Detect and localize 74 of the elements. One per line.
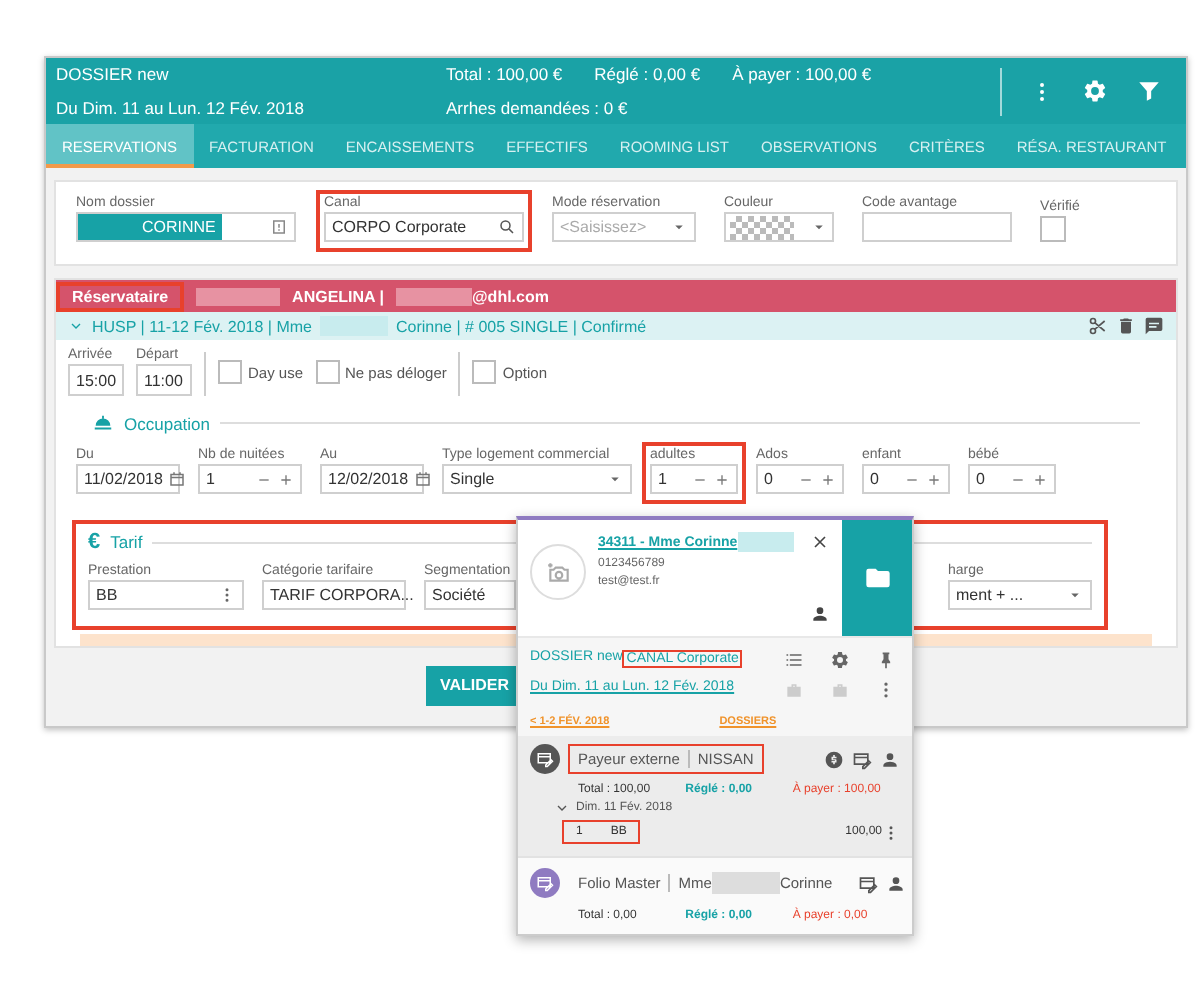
select-field[interactable]: Single — [442, 464, 632, 494]
scissors-icon[interactable] — [1088, 316, 1108, 336]
trash-icon[interactable] — [1116, 316, 1136, 336]
booker-name: ANGELINA | — [292, 287, 384, 305]
booker-label: Réservataire — [56, 281, 185, 311]
name-field[interactable]: CORINNE — [76, 212, 296, 242]
text-field[interactable]: Société — [424, 580, 516, 610]
stay-summary: Corinne | # 005 SINGLE | Confirmé — [395, 317, 647, 335]
settings-icon[interactable] — [1082, 78, 1108, 104]
deposit-amount: Arrhes demandées : 0 € — [446, 98, 628, 118]
plus-icon — [278, 471, 294, 487]
stay-summary: HUSP | 11-12 Fév. 2018 | Mme — [92, 317, 312, 335]
calendar-icon — [414, 470, 433, 488]
redacted-block — [396, 287, 472, 305]
folder-button[interactable] — [842, 520, 912, 636]
total-amount: À payer : 100,00 € — [732, 64, 872, 84]
counter-field[interactable]: 1 — [650, 464, 738, 494]
counter-field[interactable]: 0 — [968, 464, 1056, 494]
select-field[interactable]: BB — [88, 580, 244, 610]
pin-icon[interactable] — [876, 650, 896, 670]
edit-card-icon[interactable] — [858, 873, 879, 893]
plus-icon — [1032, 471, 1048, 487]
counter-field[interactable]: 1 — [198, 464, 302, 494]
settings-icon[interactable] — [830, 650, 850, 670]
info-icon — [270, 218, 288, 236]
dossier-dates: Du Dim. 11 au Lun. 12 Fév. 2018 — [56, 98, 306, 118]
section-title: Occupation — [124, 413, 210, 433]
camera-icon — [545, 559, 571, 585]
redacted-block — [711, 872, 780, 894]
euro-sign: € — [88, 530, 101, 554]
redacted-block — [737, 532, 794, 552]
color-picker[interactable] — [724, 212, 834, 242]
date-field[interactable]: 11/02/2018 — [76, 464, 180, 494]
filter-icon[interactable] — [1136, 78, 1162, 104]
card-icon — [536, 750, 554, 768]
person-icon[interactable] — [810, 604, 830, 624]
booker-email: @dhl.com — [472, 287, 549, 305]
checkbox[interactable] — [315, 360, 340, 384]
time-field[interactable]: 11:00 — [136, 364, 192, 396]
checkbox[interactable] — [218, 360, 242, 384]
plus-icon — [820, 471, 836, 487]
list-icon[interactable] — [784, 650, 804, 670]
chevron-down-icon — [554, 800, 570, 816]
person-icon[interactable] — [886, 873, 907, 893]
stay-bar[interactable]: HUSP | 11-12 Fév. 2018 | Mme Corinne | # 005 SINGLE | Confirmé — [56, 312, 1176, 340]
chevron-icon[interactable] — [68, 318, 84, 334]
person-icon[interactable] — [880, 749, 900, 769]
edit-card-icon[interactable] — [852, 749, 872, 769]
checkbox[interactable] — [472, 360, 497, 384]
close-icon[interactable] — [810, 532, 830, 552]
select-field[interactable]: ment + ... — [948, 580, 1092, 610]
search-icon — [498, 218, 516, 236]
bell-icon — [92, 412, 114, 434]
counter-field[interactable]: 0 — [862, 464, 950, 494]
date-field[interactable]: 12/02/2018 — [320, 464, 424, 494]
calendar-icon — [168, 470, 187, 488]
folder-icon — [863, 564, 891, 592]
checkbox[interactable] — [1040, 216, 1066, 242]
redacted-block — [196, 287, 281, 305]
plus-icon — [926, 471, 942, 487]
time-field[interactable]: 15:00 — [68, 364, 124, 396]
card-icon — [536, 874, 554, 892]
dossier-title: DOSSIER new — [56, 64, 171, 84]
avatar-placeholder[interactable] — [530, 544, 586, 600]
counter-field[interactable]: 0 — [756, 464, 844, 494]
coin-icon[interactable] — [824, 749, 844, 769]
comment-icon[interactable] — [1144, 316, 1164, 336]
select-field[interactable]: <Saisissez> — [552, 212, 696, 242]
search-field[interactable]: CORPO Corporate — [324, 212, 524, 242]
total-amount: Réglé : 0,00 € — [594, 64, 701, 84]
text-field[interactable] — [862, 212, 1012, 242]
total-amount: Total : 100,00 € — [446, 64, 563, 84]
section-title: Tarif — [110, 532, 143, 552]
plus-icon — [714, 471, 730, 487]
